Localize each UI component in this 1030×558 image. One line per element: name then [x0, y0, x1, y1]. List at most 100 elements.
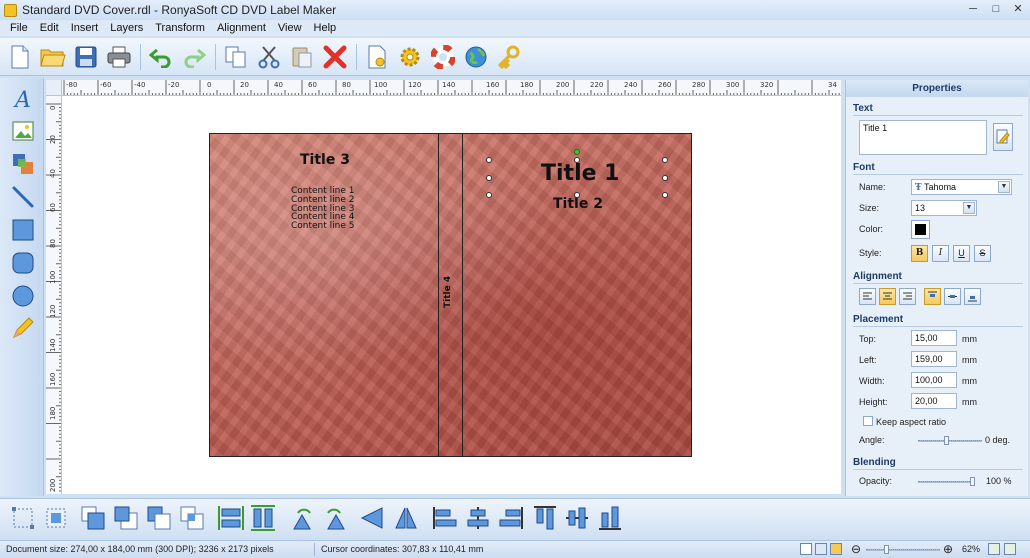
keep-aspect-checkbox[interactable]	[863, 416, 873, 426]
align-center-button[interactable]	[465, 505, 491, 531]
resize-handle[interactable]	[486, 192, 492, 198]
chevron-down-icon[interactable]: ▼	[998, 181, 1010, 193]
send-backward-button[interactable]	[179, 505, 205, 531]
select-all-button[interactable]	[10, 505, 36, 531]
copy-button[interactable]	[222, 43, 250, 71]
align-text-right-button[interactable]	[899, 288, 916, 305]
font-color-button[interactable]	[911, 220, 930, 239]
angle-slider[interactable]	[918, 440, 982, 442]
front-title-text[interactable]: Title 1	[541, 161, 620, 186]
top-input[interactable]: 15,00	[911, 330, 957, 346]
resize-handle[interactable]	[574, 157, 580, 163]
send-to-back-button[interactable]	[113, 505, 139, 531]
layers-tool-button[interactable]	[10, 151, 36, 177]
fit-page-icon[interactable]	[988, 543, 1000, 555]
print-button[interactable]	[105, 43, 133, 71]
zoom-slider-thumb[interactable]	[884, 545, 889, 554]
width-input[interactable]: 100,00	[911, 372, 957, 388]
left-input[interactable]: 159,00	[911, 351, 957, 367]
design-canvas[interactable]: Title 3 Content line 1 Content line 2 Co…	[62, 96, 841, 494]
front-subtitle-text[interactable]: Title 2	[553, 196, 603, 212]
height-input[interactable]: 20,00	[911, 393, 957, 409]
menu-alignment[interactable]: Alignment	[211, 22, 272, 34]
align-middle-button[interactable]	[564, 505, 590, 531]
document-settings-button[interactable]	[363, 43, 391, 71]
menu-view[interactable]: View	[272, 22, 308, 34]
resize-handle[interactable]	[574, 192, 580, 198]
new-button[interactable]	[6, 43, 34, 71]
resize-handle[interactable]	[662, 175, 668, 181]
align-right-button[interactable]	[498, 505, 524, 531]
text-value-field[interactable]: Title 1	[859, 120, 987, 155]
line-tool-button[interactable]	[10, 184, 36, 210]
rounded-rectangle-tool-button[interactable]	[10, 250, 36, 276]
resize-handle[interactable]	[486, 175, 492, 181]
bring-to-front-button[interactable]	[80, 505, 106, 531]
select-frame-button[interactable]	[43, 505, 69, 531]
zoom-in-icon[interactable]: ⊕	[943, 542, 953, 556]
grid-icon[interactable]	[800, 543, 812, 555]
cut-button[interactable]	[255, 43, 283, 71]
minimize-button[interactable]: ─	[962, 2, 984, 17]
pencil-tool-button[interactable]	[10, 315, 36, 341]
edit-text-button[interactable]	[993, 123, 1013, 151]
underline-button[interactable]: U	[953, 245, 970, 262]
flip-vertical-button[interactable]	[393, 505, 419, 531]
italic-button[interactable]: I	[932, 245, 949, 262]
settings-button[interactable]	[396, 43, 424, 71]
bold-button[interactable]: B	[911, 245, 928, 262]
open-button[interactable]	[39, 43, 67, 71]
snap-icon[interactable]	[830, 543, 842, 555]
menu-edit[interactable]: Edit	[34, 22, 65, 34]
menu-file[interactable]: File	[4, 22, 34, 34]
same-height-button[interactable]	[250, 505, 276, 531]
chevron-down-icon[interactable]: ▼	[963, 202, 975, 214]
rotation-handle[interactable]	[574, 149, 580, 155]
valign-bottom-button[interactable]	[964, 288, 981, 305]
rectangle-tool-button[interactable]	[10, 217, 36, 243]
menu-transform[interactable]: Transform	[149, 22, 211, 34]
align-bottom-button[interactable]	[597, 505, 623, 531]
font-name-select[interactable]: Ŧ Tahoma ▼	[911, 179, 1012, 195]
angle-slider-thumb[interactable]	[944, 436, 949, 445]
rotate-right-button[interactable]	[322, 505, 348, 531]
rotate-left-button[interactable]	[290, 505, 316, 531]
align-left-button[interactable]	[432, 505, 458, 531]
actual-size-icon[interactable]	[1004, 543, 1016, 555]
same-width-button[interactable]	[218, 505, 244, 531]
register-button[interactable]	[495, 43, 523, 71]
strikethrough-button[interactable]: S	[974, 245, 991, 262]
font-size-select[interactable]: 13 ▼	[911, 200, 977, 216]
save-button[interactable]	[72, 43, 100, 71]
bring-forward-button[interactable]	[146, 505, 172, 531]
content-line[interactable]: Content line 5	[291, 222, 354, 231]
ellipse-tool-button[interactable]	[10, 283, 36, 309]
image-tool-button[interactable]	[10, 118, 36, 144]
menu-insert[interactable]: Insert	[65, 22, 105, 34]
undo-button[interactable]	[147, 43, 175, 71]
help-button[interactable]	[429, 43, 457, 71]
align-text-center-button[interactable]	[879, 288, 896, 305]
spine-title-text[interactable]: Title 4	[443, 276, 453, 308]
guides-icon[interactable]	[815, 543, 827, 555]
menu-help[interactable]: Help	[308, 22, 343, 34]
resize-handle[interactable]	[662, 157, 668, 163]
text-tool-button[interactable]: A	[10, 86, 36, 112]
keep-aspect-label[interactable]: Keep aspect ratio	[876, 417, 946, 427]
valign-middle-button[interactable]	[944, 288, 961, 305]
menu-layers[interactable]: Layers	[104, 22, 149, 34]
delete-button[interactable]	[321, 43, 349, 71]
resize-handle[interactable]	[662, 192, 668, 198]
close-window-button[interactable]: ✕	[1007, 2, 1029, 17]
opacity-slider-thumb[interactable]	[970, 477, 975, 486]
paste-button[interactable]	[288, 43, 316, 71]
back-title-text[interactable]: Title 3	[300, 152, 350, 168]
align-top-button[interactable]	[532, 505, 558, 531]
website-button[interactable]	[462, 43, 490, 71]
flip-horizontal-button[interactable]	[360, 505, 386, 531]
valign-top-button[interactable]	[924, 288, 941, 305]
zoom-out-icon[interactable]: ⊖	[851, 542, 861, 556]
maximize-button[interactable]: □	[985, 2, 1007, 17]
resize-handle[interactable]	[486, 157, 492, 163]
opacity-slider[interactable]	[918, 481, 974, 483]
